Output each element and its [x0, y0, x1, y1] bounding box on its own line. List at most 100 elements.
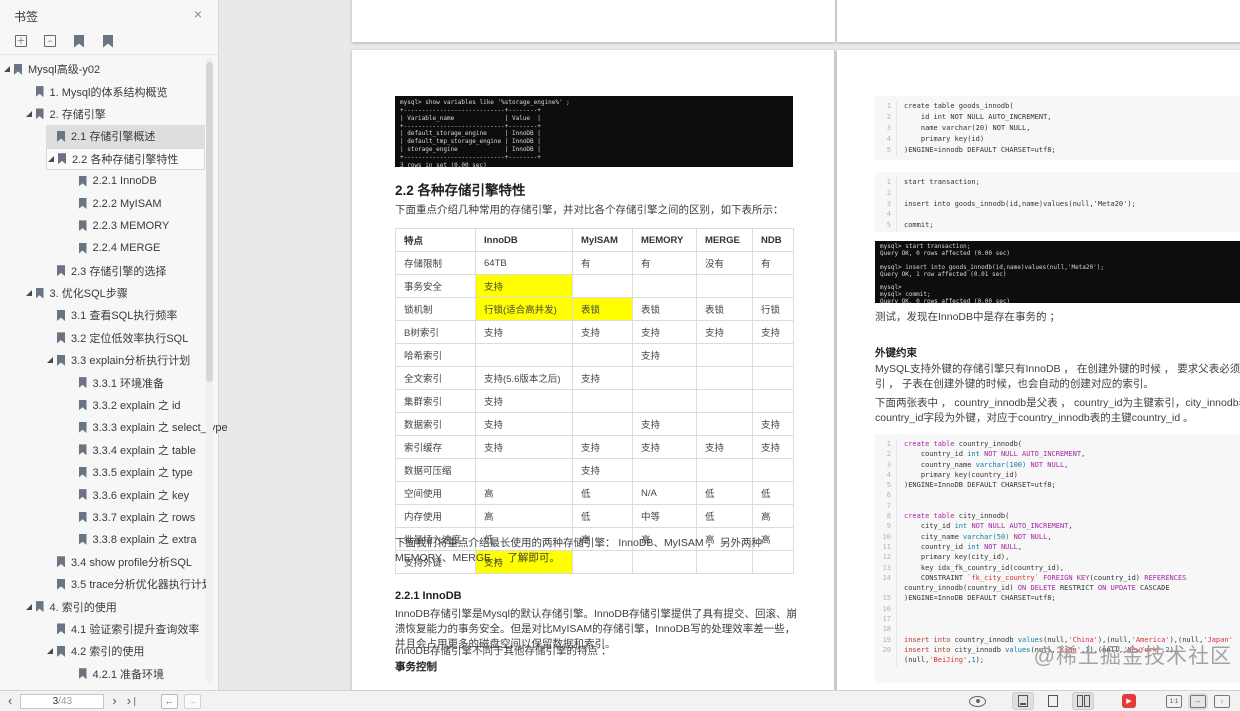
bookmark-icon: [78, 175, 87, 187]
bookmark-item[interactable]: 2. 存储引擎: [25, 103, 206, 125]
bookmark-item[interactable]: 3.3.6 explain 之 key: [68, 483, 206, 505]
bookmark-item[interactable]: 4.1 验证索引提升查询效率: [46, 618, 205, 640]
table-cell: 表锁: [632, 297, 697, 321]
single-page-view-button[interactable]: [1042, 692, 1064, 710]
expand-triangle-icon[interactable]: [47, 154, 58, 164]
eye-icon[interactable]: [969, 695, 986, 707]
scrollbar-thumb[interactable]: [206, 62, 213, 382]
bookmark-item[interactable]: Mysql高级-y02: [3, 58, 205, 80]
bookmark-item[interactable]: 2.2.1 InnoDB: [68, 170, 206, 192]
table-cell: B树索引: [395, 320, 476, 344]
table-cell: 支持: [632, 320, 697, 344]
bookmark-item[interactable]: 3.3.8 explain 之 extra: [68, 528, 206, 550]
expand-triangle-icon[interactable]: [46, 355, 57, 365]
sidebar-scrollbar[interactable]: [206, 58, 213, 683]
bookmark-item[interactable]: 3.5 trace分析优化器执行计划: [46, 573, 213, 595]
bookmark-icon: [57, 309, 65, 321]
table-cell: 有: [572, 251, 633, 275]
bookmark-item[interactable]: 3.3.4 explain 之 table: [68, 439, 206, 461]
code-line: 4: [875, 209, 1240, 221]
bookmark-icon: [78, 399, 87, 411]
table-cell: [696, 366, 753, 390]
bookmark-icon: [57, 556, 65, 568]
bookmark-icon[interactable]: [100, 33, 116, 49]
table-cell: 支持: [752, 320, 794, 344]
expand-all-icon[interactable]: ＋: [13, 33, 29, 49]
bookmark-item[interactable]: 2.2 各种存储引擎特性: [46, 147, 205, 170]
bookmark-item[interactable]: 3.1 查看SQL执行频率: [46, 304, 205, 326]
continuous-scroll-view-button[interactable]: [1012, 692, 1034, 710]
expand-triangle-icon[interactable]: [46, 646, 57, 656]
table-cell: 有: [632, 251, 697, 275]
expand-triangle-icon[interactable]: [25, 602, 36, 612]
next-view-button[interactable]: →: [183, 693, 201, 709]
table-cell: 事务安全: [395, 274, 476, 298]
section-heading: 2.2 各种存储引擎特性: [395, 183, 526, 198]
table-cell: 支持: [696, 435, 753, 459]
fit-width-button[interactable]: ↔: [1190, 694, 1206, 708]
bookmark-item[interactable]: 3. 优化SQL步骤: [25, 282, 206, 304]
bookmark-item[interactable]: 3.3.3 explain 之 select_type: [68, 416, 228, 438]
add-bookmark-icon[interactable]: ＋: [71, 33, 87, 49]
fit-height-button[interactable]: ↕: [1214, 694, 1230, 708]
bookmark-item[interactable]: 4.2 索引的使用: [46, 640, 205, 662]
actual-size-button[interactable]: 1:1: [1166, 694, 1182, 708]
bookmark-label: 4.1 验证索引提升查询效率: [71, 623, 200, 636]
table-row: 锁机制 行锁(适合高并发) 表锁 表锁 表锁 行锁: [395, 297, 794, 321]
bookmark-label: 2.2.3 MEMORY: [92, 219, 170, 232]
table-row: 哈希索引 支持: [395, 343, 794, 367]
bookmark-item[interactable]: 4.2.1 准备环境: [68, 663, 206, 685]
bookmark-item[interactable]: 2.1 存储引擎概述: [46, 125, 205, 148]
bookmark-item[interactable]: 2.3 存储引擎的选择: [46, 260, 205, 282]
previous-view-button[interactable]: ←: [160, 693, 178, 709]
bookmark-item[interactable]: 2.2.2 MyISAM: [68, 192, 206, 214]
table-row: 全文索引 支持(5.6版本之后) 支持: [395, 366, 794, 390]
bookmark-item[interactable]: 3.3.7 explain 之 rows: [68, 506, 206, 528]
expand-triangle-icon[interactable]: [3, 64, 14, 74]
bookmark-icon: [78, 511, 87, 523]
table-cell: 内存使用: [395, 504, 476, 528]
two-page-view-button[interactable]: [1072, 692, 1094, 710]
code-line: 1 create table goods_innodb(: [875, 101, 1240, 112]
subsection-heading: 2.2.1 InnoDB: [395, 590, 462, 602]
close-icon[interactable]: ×: [194, 6, 202, 22]
bookmark-label: 3.3.2 explain 之 id: [92, 400, 181, 413]
last-page-button[interactable]: ›❘: [125, 693, 141, 709]
terminal-screenshot: mysql> show variables like '%storage_eng…: [395, 96, 793, 167]
bold-label: 事务控制: [395, 661, 437, 673]
bookmark-item[interactable]: 3.3.2 explain 之 id: [68, 394, 206, 416]
bookmark-item[interactable]: 2.2.4 MERGE: [68, 237, 206, 259]
bookmark-item[interactable]: 3.3.5 explain 之 type: [68, 461, 206, 483]
bookmark-item[interactable]: 4. 索引的使用: [25, 595, 206, 617]
table-cell: 支持: [572, 435, 633, 459]
bookmark-item[interactable]: 3.3.1 环境准备: [68, 371, 206, 393]
engine-compare-table: 特点 InnoDB MyISAM MEMORY MERGE NDB 存储限制 64TB 有有没有…: [395, 228, 794, 574]
paragraph: 测试，发现在InnoDB中是存在事务的 ；: [875, 311, 1060, 323]
next-page-button[interactable]: ›: [110, 694, 118, 708]
table-cell: 支持: [475, 389, 573, 413]
table-cell: [696, 274, 753, 298]
expand-triangle-icon[interactable]: [25, 288, 36, 298]
bookmark-item[interactable]: 3.4 show profile分析SQL: [46, 551, 205, 573]
code-line: 7: [875, 500, 1240, 512]
expand-triangle-icon[interactable]: [25, 109, 36, 119]
table-cell: 支持: [475, 274, 573, 298]
table-row: 存储限制 64TB 有有没有有: [395, 251, 794, 275]
bookmark-icon: [57, 645, 65, 657]
bookmark-item[interactable]: 3.2 定位低效率执行SQL: [46, 327, 205, 349]
collapse-all-icon[interactable]: −: [42, 33, 58, 49]
bookmark-item[interactable]: 1. Mysql的体系结构概览: [25, 80, 206, 102]
bookmark-item[interactable]: 2.2.3 MEMORY: [68, 215, 206, 237]
pdf-page-right: 1 create table goods_innodb(2 id int NOT …: [837, 50, 1240, 690]
table-cell: 索引缓存: [395, 435, 476, 459]
page-number-input[interactable]: 3/43: [20, 693, 105, 709]
prev-page-button[interactable]: ‹: [6, 694, 14, 708]
table-cell: 空间使用: [395, 481, 476, 505]
table-cell: [572, 343, 633, 367]
status-bar: ‹ 3/43 › ›❘ ← → ▶ 1:1 ↔ ↕: [0, 690, 1240, 711]
bookmark-item[interactable]: 3.3 explain分析执行计划: [46, 349, 205, 371]
slideshow-button[interactable]: ▶: [1122, 694, 1136, 708]
